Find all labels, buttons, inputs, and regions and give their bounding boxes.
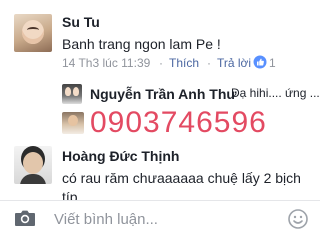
comment-text-hoang-line-1: có rau răm chưaaaaaa chuệ lấy 2 bịch xyxy=(62,170,301,186)
reply-preview-text: Dạ hihi.... ứng ... xyxy=(231,86,320,100)
avatar-hoang-duc-thinh[interactable] xyxy=(14,146,52,184)
comment-timestamp: 14 Th3 lúc 11:39 xyxy=(62,56,151,70)
smile-icon[interactable] xyxy=(288,209,308,229)
comment-author-hoang-duc-thinh[interactable]: Hoàng Đức Thịnh xyxy=(62,148,179,164)
avatar-nguyen-tran-anh-thu[interactable] xyxy=(62,84,82,104)
comment-input[interactable] xyxy=(44,204,294,234)
like-count: 1 xyxy=(269,56,276,70)
comment-author-su-tu[interactable]: Su Tu xyxy=(62,14,100,30)
avatar-su-tu[interactable] xyxy=(14,14,52,52)
comment-text-su-tu: Banh trang ngon lam Pe ! xyxy=(62,36,221,52)
meta-separator: · xyxy=(207,56,211,70)
reply-button[interactable]: Trả lời xyxy=(217,56,251,70)
like-count-icon xyxy=(253,55,267,69)
reply-author[interactable]: Nguyễn Trần Anh Thư xyxy=(90,86,237,102)
like-button[interactable]: Thích xyxy=(169,56,199,70)
meta-separator: · xyxy=(159,56,163,70)
camera-icon[interactable] xyxy=(14,209,36,227)
avatar-reply-user[interactable] xyxy=(62,112,84,134)
overlay-phone-number: 0903746596 xyxy=(90,106,267,139)
